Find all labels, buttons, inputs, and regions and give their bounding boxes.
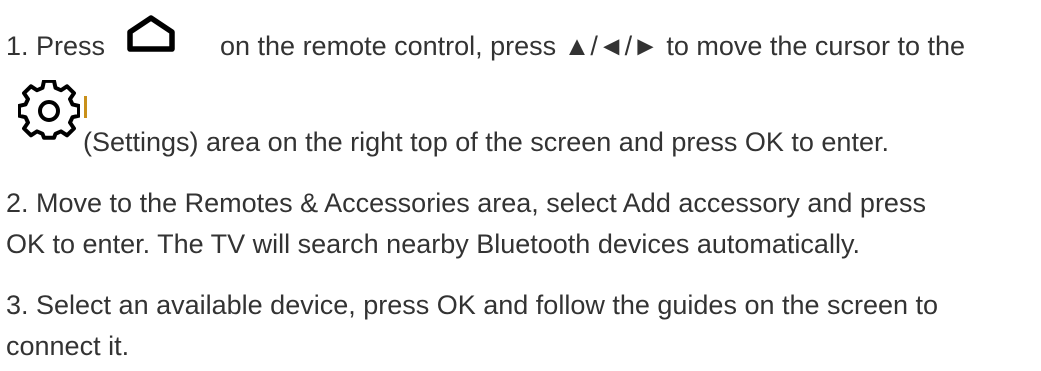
step-3-line-1: 3. Select an available device, press OK … [6, 290, 939, 320]
gear-icon [18, 80, 80, 140]
home-icon [127, 15, 175, 52]
step-2-line-1: 2. Move to the Remotes & Accessories are… [6, 188, 926, 218]
step-1-settings-line: (Settings) area on the right top of the … [83, 127, 889, 157]
step-3-line-2: connect it. [6, 331, 130, 361]
step-1-middle-text: on the remote control, press ▲/◄/► to mo… [220, 31, 965, 61]
gear-accent-mark [84, 96, 87, 118]
step-2-line-2: OK to enter. The TV will search nearby B… [6, 229, 860, 259]
step-1-prefix: 1. Press [6, 31, 106, 61]
